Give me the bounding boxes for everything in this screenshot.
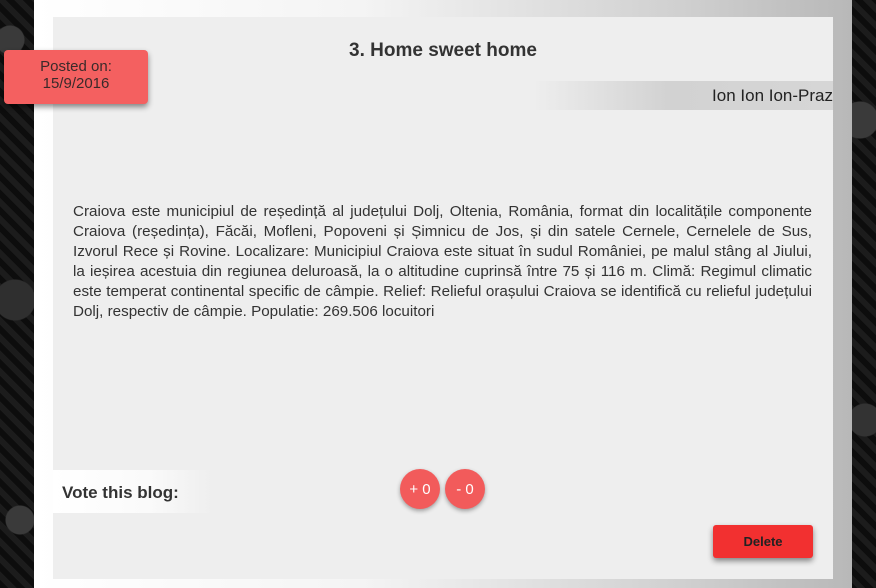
blog-post-card: 3. Home sweet home Ion Ion Ion-Praz Crai…: [53, 17, 833, 579]
post-author: Ion Ion Ion-Praz: [712, 86, 833, 105]
upvote-button[interactable]: + 0: [400, 469, 440, 509]
downvote-button[interactable]: - 0: [445, 469, 485, 509]
vote-bar: Vote this blog:: [53, 470, 213, 513]
delete-button[interactable]: Delete: [713, 525, 813, 558]
posted-on-badge: Posted on: 15/9/2016: [4, 50, 148, 104]
posted-date: 15/9/2016: [42, 75, 110, 92]
vote-label: Vote this blog:: [62, 483, 179, 502]
posted-on-label: Posted on:: [40, 58, 112, 75]
post-body: Craiova este municipiul de reședință al …: [73, 203, 812, 320]
author-bar: Ion Ion Ion-Praz: [533, 81, 833, 110]
post-title: 3. Home sweet home: [349, 40, 537, 61]
